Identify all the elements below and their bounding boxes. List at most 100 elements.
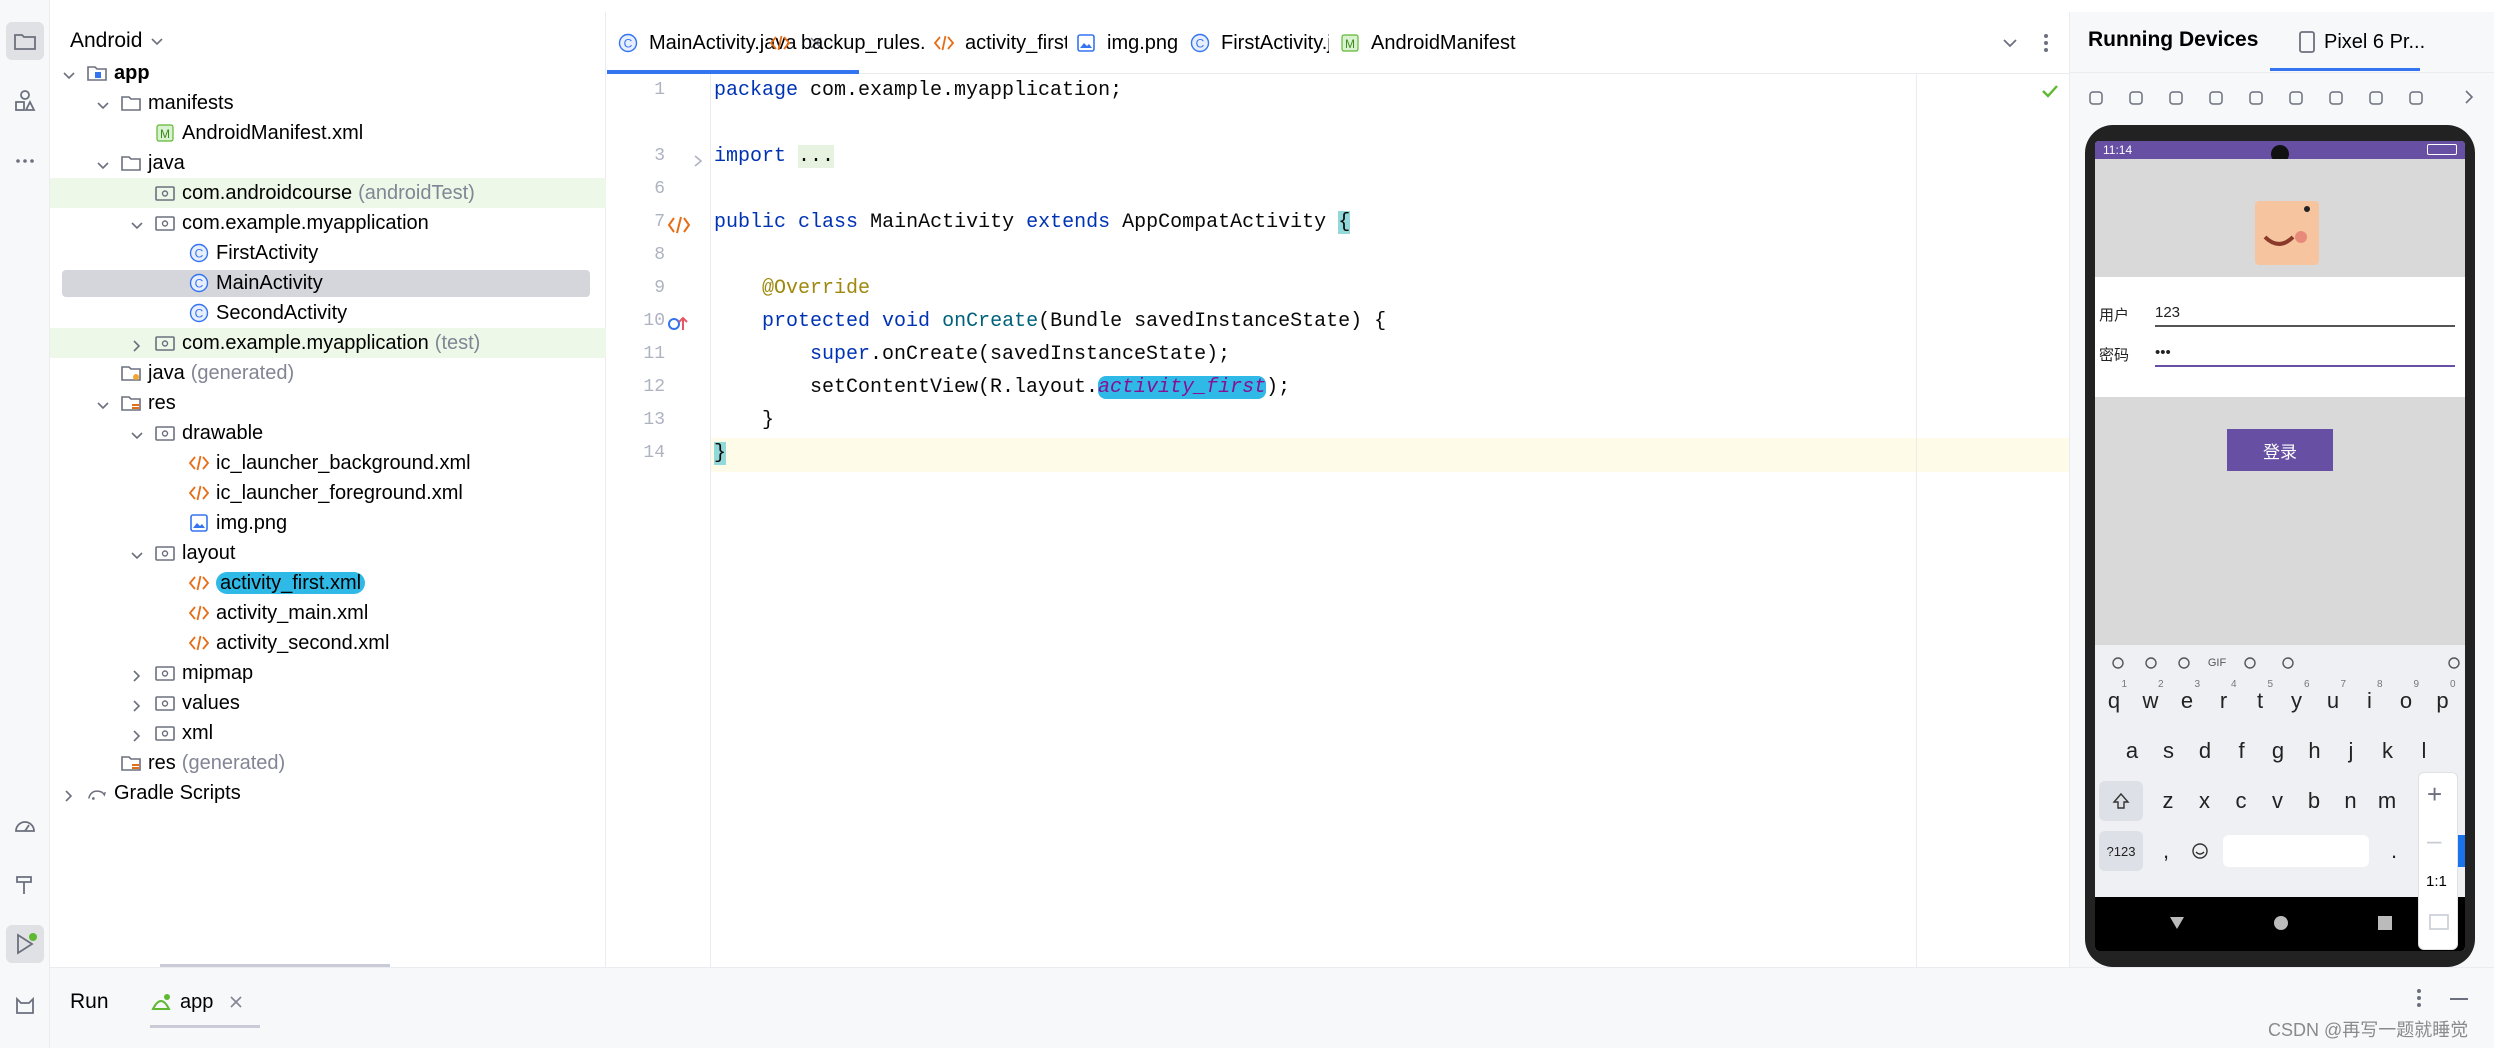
- screenshot-icon[interactable]: [2404, 86, 2428, 110]
- editor-tab[interactable]: C FirstActivity.java: [1189, 12, 1329, 74]
- key-u[interactable]: u7: [2318, 679, 2348, 721]
- tree-item[interactable]: C MainActivity: [50, 268, 606, 298]
- tree-item[interactable]: mipmap: [50, 658, 606, 688]
- tab-more-button[interactable]: [2033, 30, 2059, 56]
- tree-item[interactable]: Gradle Scripts: [50, 778, 606, 808]
- emoji-key[interactable]: [2185, 831, 2215, 871]
- nav-home-icon[interactable]: [2271, 913, 2291, 933]
- logcat-button[interactable]: [6, 986, 44, 1024]
- volume-up-icon[interactable]: [2124, 86, 2148, 110]
- period-key[interactable]: .: [2379, 831, 2409, 871]
- key-g[interactable]: g: [2263, 731, 2293, 771]
- editor-tab[interactable]: backup_rules.xml: [769, 12, 925, 74]
- back-icon[interactable]: [2284, 86, 2308, 110]
- tree-item[interactable]: activity_main.xml: [50, 598, 606, 628]
- key-a[interactable]: a: [2117, 731, 2147, 771]
- mic-icon[interactable]: [2441, 653, 2465, 673]
- key-b[interactable]: b: [2299, 781, 2329, 821]
- editor-tab[interactable]: M AndroidManifest: [1339, 12, 1529, 74]
- key-t[interactable]: t5: [2245, 679, 2275, 721]
- clipboard-icon[interactable]: [2237, 653, 2263, 673]
- tree-item[interactable]: C SecondActivity: [50, 298, 606, 328]
- chevron-right-icon[interactable]: [130, 666, 144, 682]
- chevron-down-icon[interactable]: [62, 66, 76, 80]
- tree-item[interactable]: activity_first.xml: [50, 568, 606, 598]
- tree-item[interactable]: manifests: [50, 88, 606, 118]
- tree-item[interactable]: app: [50, 58, 606, 88]
- tree-item[interactable]: java: [50, 148, 606, 178]
- username-input[interactable]: 123: [2155, 299, 2455, 327]
- power-icon[interactable]: [2084, 86, 2108, 110]
- chevron-down-icon[interactable]: [96, 396, 110, 410]
- tab-list-button[interactable]: [1997, 30, 2023, 56]
- chevron-down-icon[interactable]: [96, 96, 110, 110]
- more-icon[interactable]: [2275, 653, 2301, 673]
- key-e[interactable]: e3: [2172, 679, 2202, 721]
- fit-screen-icon[interactable]: [2428, 913, 2450, 931]
- key-i[interactable]: i8: [2355, 679, 2385, 721]
- zoom-in-button[interactable]: +: [2427, 779, 2442, 810]
- tree-item[interactable]: res: [50, 388, 606, 418]
- login-button[interactable]: 登录: [2227, 429, 2333, 471]
- key-y[interactable]: y6: [2282, 679, 2312, 721]
- run-tab-app[interactable]: app: [150, 982, 243, 1022]
- chevron-down-icon[interactable]: [130, 426, 144, 440]
- key-x[interactable]: x: [2190, 781, 2220, 821]
- nav-back-icon[interactable]: [2167, 913, 2187, 933]
- build-button[interactable]: [6, 866, 44, 904]
- key-r[interactable]: r4: [2209, 679, 2239, 721]
- key-s[interactable]: s: [2154, 731, 2184, 771]
- device-tab[interactable]: Pixel 6 Pr...: [2298, 22, 2425, 62]
- key-k[interactable]: k: [2373, 731, 2403, 771]
- project-tool-button[interactable]: [6, 22, 44, 60]
- tree-item[interactable]: com.example.myapplication: [50, 208, 606, 238]
- sticker-icon[interactable]: [2171, 653, 2197, 673]
- key-v[interactable]: v: [2263, 781, 2293, 821]
- chevron-right-icon[interactable]: [130, 726, 144, 742]
- zoom-out-button[interactable]: –: [2427, 825, 2441, 856]
- tree-item[interactable]: drawable: [50, 418, 606, 448]
- tree-item[interactable]: C FirstActivity: [50, 238, 606, 268]
- tree-item[interactable]: ic_launcher_foreground.xml: [50, 478, 606, 508]
- shift-key[interactable]: [2099, 781, 2143, 821]
- overview-icon[interactable]: [2364, 86, 2388, 110]
- tree-item[interactable]: java (generated): [50, 358, 606, 388]
- space-key[interactable]: [2223, 835, 2369, 867]
- chevron-right-icon[interactable]: [62, 786, 76, 802]
- folded-imports[interactable]: ...: [798, 145, 835, 168]
- editor-tab[interactable]: img.png: [1075, 12, 1181, 74]
- password-input[interactable]: •••: [2155, 339, 2455, 367]
- more-tools-button[interactable]: [6, 142, 44, 180]
- close-icon[interactable]: [229, 995, 243, 1009]
- tree-item[interactable]: values: [50, 688, 606, 718]
- chevron-down-icon[interactable]: [130, 546, 144, 560]
- device-screen[interactable]: 11:14 用户 123 密码 ••• 登录 GIF q 1 w 2 e 3 r 4 t 5 y 6 u 7…: [2095, 141, 2465, 951]
- rotate-right-icon[interactable]: [2244, 86, 2268, 110]
- key-h[interactable]: h: [2300, 731, 2330, 771]
- volume-down-icon[interactable]: [2164, 86, 2188, 110]
- editor-tab[interactable]: activity_first.xml: [933, 12, 1067, 74]
- key-c[interactable]: c: [2226, 781, 2256, 821]
- chevron-right-icon[interactable]: [2462, 88, 2476, 111]
- project-view-selector[interactable]: Android: [70, 26, 164, 56]
- key-w[interactable]: w2: [2136, 679, 2166, 721]
- tree-item[interactable]: ic_launcher_background.xml: [50, 448, 606, 478]
- code-editor[interactable]: package com.example.myapplication; impor…: [711, 74, 2069, 967]
- zoom-actual-button[interactable]: 1:1: [2426, 873, 2447, 890]
- fold-chevron-icon[interactable]: [691, 154, 705, 168]
- key-q[interactable]: q1: [2099, 679, 2129, 721]
- xml-related-icon[interactable]: [667, 214, 691, 236]
- tree-item[interactable]: xml: [50, 718, 606, 748]
- search-icon[interactable]: [2138, 653, 2164, 673]
- tree-item[interactable]: res (generated): [50, 748, 606, 778]
- key-n[interactable]: n: [2336, 781, 2366, 821]
- key-j[interactable]: j: [2336, 731, 2366, 771]
- override-icon[interactable]: [667, 314, 691, 334]
- chevron-right-icon[interactable]: [130, 336, 144, 352]
- tree-item[interactable]: M AndroidManifest.xml: [50, 118, 606, 148]
- symbols-key[interactable]: ?123: [2099, 831, 2143, 871]
- home-icon[interactable]: [2324, 86, 2348, 110]
- run-window-options-button[interactable]: [2416, 988, 2422, 1013]
- tree-item[interactable]: layout: [50, 538, 606, 568]
- chevron-left-icon[interactable]: [2105, 653, 2131, 673]
